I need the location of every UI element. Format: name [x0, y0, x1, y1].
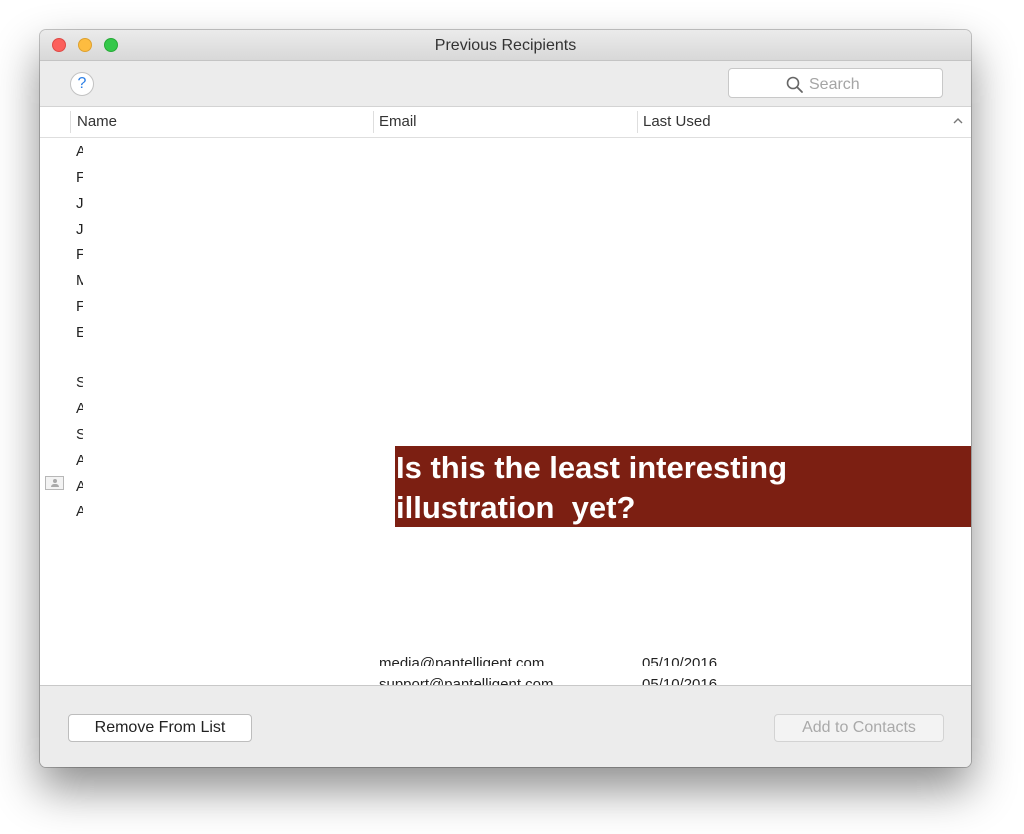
- name-cell[interactable]: A: [76, 503, 83, 521]
- recipients-table: Name Email Last Used A F J J F M F E S A…: [40, 106, 971, 686]
- email-cell-clip: media@pantelligent.com: [379, 647, 609, 666]
- add-to-contacts-button[interactable]: Add to Contacts: [774, 714, 944, 742]
- banner-line-1: Is this the least interesting: [396, 450, 788, 485]
- email-column-header[interactable]: Email: [379, 113, 417, 130]
- search-icon: [786, 76, 803, 93]
- sort-chevron-up-icon[interactable]: [952, 115, 964, 127]
- name-cell[interactable]: E: [76, 324, 83, 342]
- search-field[interactable]: Search: [728, 68, 943, 98]
- last-used-column-header[interactable]: Last Used: [643, 113, 711, 130]
- name-cell[interactable]: S: [76, 426, 83, 444]
- title-bar: Previous Recipients: [40, 30, 971, 61]
- contact-card-head-shape: [53, 479, 57, 483]
- toolbar: ? Search: [40, 61, 971, 106]
- overlay-caption-banner: Is this the least interesting illustrati…: [395, 446, 971, 527]
- name-cell[interactable]: J: [76, 195, 83, 213]
- footer-bar: Remove From List Add to Contacts: [40, 685, 971, 767]
- column-divider: [70, 111, 71, 133]
- column-divider: [637, 111, 638, 133]
- name-cell[interactable]: S: [76, 374, 83, 392]
- previous-recipients-window: Previous Recipients ? Search Name Email …: [40, 30, 971, 767]
- name-cell[interactable]: M: [76, 272, 83, 290]
- name-cell[interactable]: A: [76, 478, 83, 496]
- search-placeholder: Search: [809, 76, 860, 93]
- contact-card-icon: [45, 476, 64, 490]
- date-cell-clip: 05/10/2016: [642, 647, 752, 666]
- column-divider: [373, 111, 374, 133]
- name-cell[interactable]: A: [76, 143, 83, 161]
- name-cell[interactable]: F: [76, 298, 83, 316]
- name-column-header[interactable]: Name: [77, 113, 117, 130]
- name-cell[interactable]: A: [76, 400, 83, 418]
- name-cell[interactable]: F: [76, 246, 83, 264]
- remove-from-list-button[interactable]: Remove From List: [68, 714, 252, 742]
- banner-line-2: illustration yet?: [396, 490, 636, 525]
- last-used-cell: 05/10/2016: [642, 655, 718, 666]
- table-header: Name Email Last Used: [40, 107, 971, 138]
- contact-card-body-shape: [51, 484, 59, 487]
- name-cell[interactable]: J: [76, 221, 83, 239]
- name-cell[interactable]: A: [76, 452, 83, 470]
- email-cell[interactable]: media@pantelligent.com: [379, 655, 544, 666]
- name-cell[interactable]: F: [76, 169, 83, 187]
- help-button[interactable]: ?: [70, 72, 94, 96]
- window-title: Previous Recipients: [434, 37, 577, 54]
